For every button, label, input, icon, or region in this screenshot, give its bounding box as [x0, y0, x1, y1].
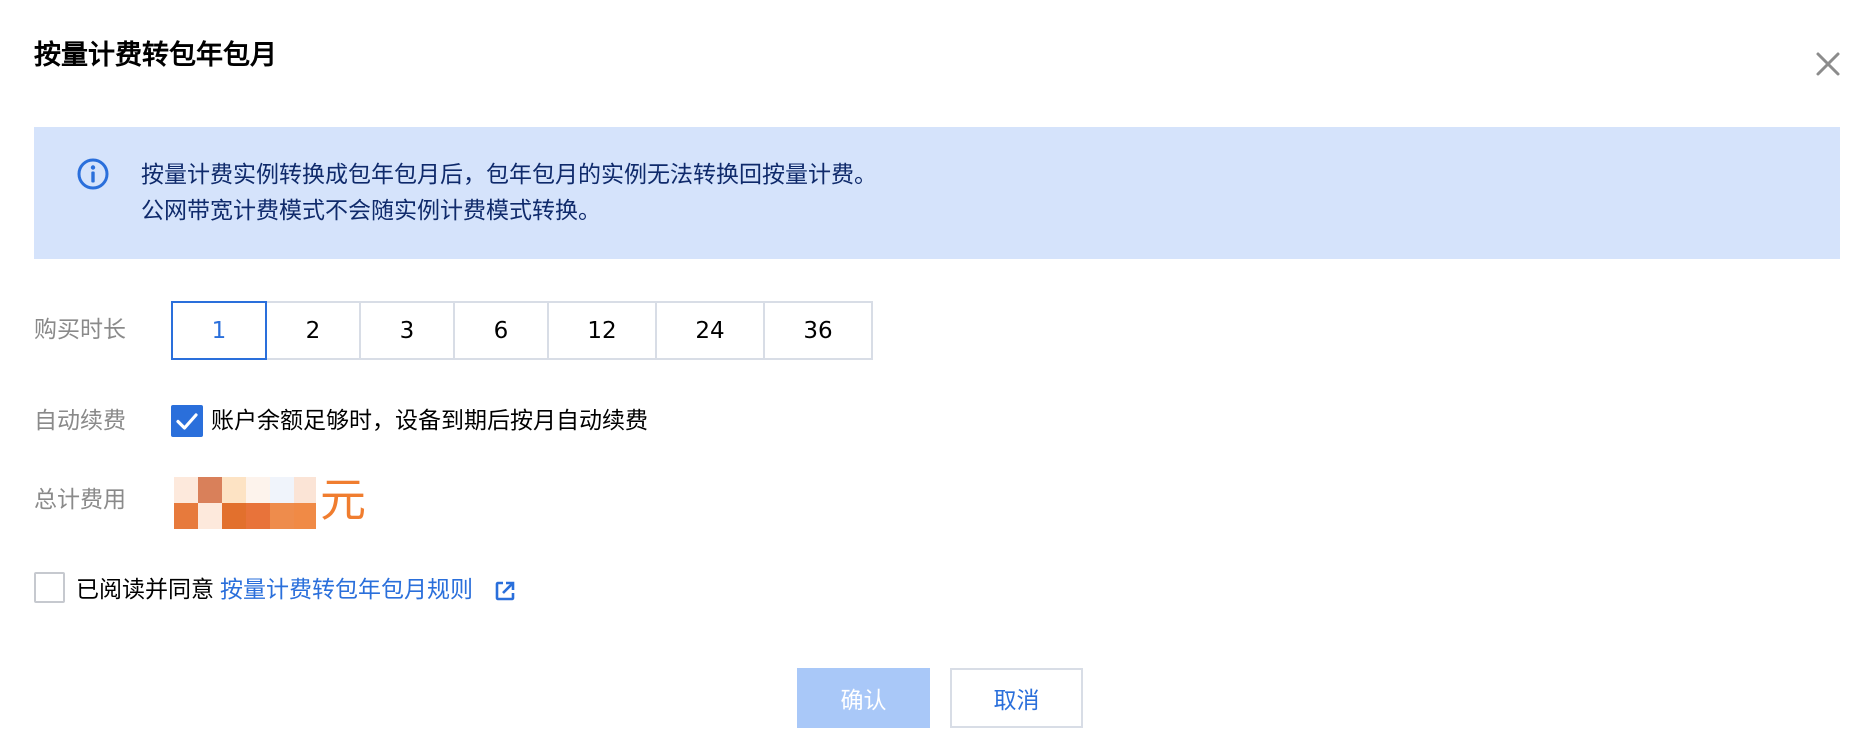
dialog-title: 按量计费转包年包月 [34, 40, 277, 71]
notice-line-2: 公网带宽计费模式不会随实例计费模式转换。 [141, 198, 601, 224]
duration-option-2[interactable]: 2 [265, 301, 361, 360]
price-unit: 元 [320, 473, 366, 527]
duration-option-24[interactable]: 24 [655, 301, 765, 360]
duration-option-36[interactable]: 36 [763, 301, 873, 360]
notice-line-1: 按量计费实例转换成包年包月后，包年包月的实例无法转换回按量计费。 [141, 162, 877, 188]
info-icon [77, 158, 109, 190]
close-button[interactable] [1808, 44, 1848, 84]
duration-option-12[interactable]: 12 [547, 301, 657, 360]
confirm-button[interactable]: 确认 [797, 668, 930, 728]
notice-banner: 按量计费实例转换成包年包月后，包年包月的实例无法转换回按量计费。 公网带宽计费模… [34, 127, 1840, 259]
agreement-rules-link[interactable]: 按量计费转包年包月规则 [220, 573, 473, 607]
check-icon [176, 413, 198, 430]
duration-selector: 1 2 3 6 12 24 36 [171, 301, 873, 360]
duration-option-3[interactable]: 3 [359, 301, 455, 360]
duration-option-1[interactable]: 1 [171, 301, 267, 360]
external-link-icon[interactable] [494, 580, 516, 602]
auto-renew-checkbox[interactable] [171, 405, 203, 437]
auto-renew-text: 账户余额足够时，设备到期后按月自动续费 [211, 408, 648, 434]
agreement-text: 已阅读并同意 [76, 577, 214, 603]
duration-label: 购买时长 [34, 317, 126, 343]
auto-renew-label: 自动续费 [34, 408, 126, 434]
price-redacted-mosaic [174, 477, 316, 529]
agreement-checkbox[interactable] [34, 572, 65, 603]
cancel-button[interactable]: 取消 [950, 668, 1083, 728]
total-cost-label: 总计费用 [34, 487, 126, 513]
duration-option-6[interactable]: 6 [453, 301, 549, 360]
close-icon [1816, 52, 1840, 76]
